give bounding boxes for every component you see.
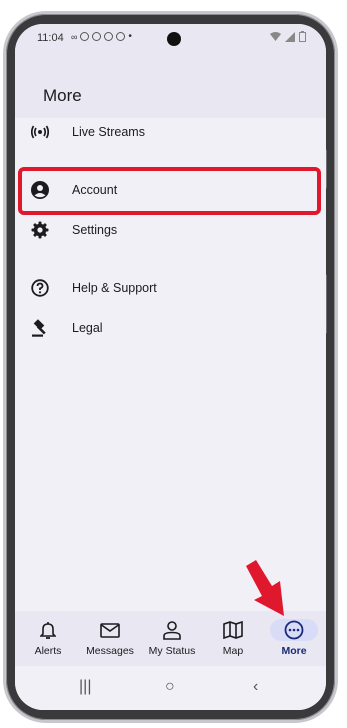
recents-button[interactable]: ||| [79,678,91,696]
notification-dot-icon [80,32,90,41]
status-bar: 11:04 ∞ • [15,24,326,54]
battery-icon [299,31,306,45]
wifi-icon [270,31,281,45]
red-arrow-icon [246,560,284,616]
nav-item-alerts[interactable]: Alerts [17,611,79,666]
menu-label-live-streams: Live Streams [72,125,145,139]
back-button[interactable]: ‹ [253,678,258,696]
home-button[interactable]: ○ [165,678,175,696]
more-icon [270,619,318,641]
nav-label-map: Map [222,645,244,657]
page-title: More [43,86,82,105]
notification-dot-icon [104,32,114,41]
nav-label-more: More [281,645,307,657]
system-nav-bar: ||| ○ ‹ [15,666,326,710]
menu-item-legal[interactable]: Legal [15,308,326,348]
mail-icon [86,619,134,641]
nav-item-messages[interactable]: Messages [79,611,141,666]
account-highlight-box [18,167,321,215]
nav-label-alerts: Alerts [34,645,62,657]
status-time: 11:04 [37,32,64,44]
notification-dot-icon [116,32,126,41]
menu-label-help-support: Help & Support [72,281,157,295]
nav-item-my-status[interactable]: My Status [141,611,203,666]
menu-item-help-support[interactable]: Help & Support [15,268,326,308]
more-dot-icon: • [128,31,132,42]
bell-icon [24,619,72,641]
app-header: More [15,54,326,118]
gavel-icon [30,318,50,338]
live-streams-icon [30,122,50,142]
menu-item-live-streams[interactable]: Live Streams [15,112,326,152]
notification-dot-icon [92,32,102,41]
map-icon [209,619,257,641]
help-icon [30,278,50,298]
menu-item-settings[interactable]: Settings [15,210,326,250]
menu-label-settings: Settings [72,223,118,237]
nav-label-my-status: My Status [148,645,196,657]
notification-icons: ∞ • [71,31,132,42]
gear-icon [30,220,50,240]
person-icon [148,619,196,641]
nav-label-messages: Messages [86,645,134,657]
front-camera [167,32,181,46]
signal-icon [285,31,295,45]
menu-label-legal: Legal [72,321,103,335]
system-icons [270,31,306,45]
sync-icon: ∞ [71,31,78,42]
